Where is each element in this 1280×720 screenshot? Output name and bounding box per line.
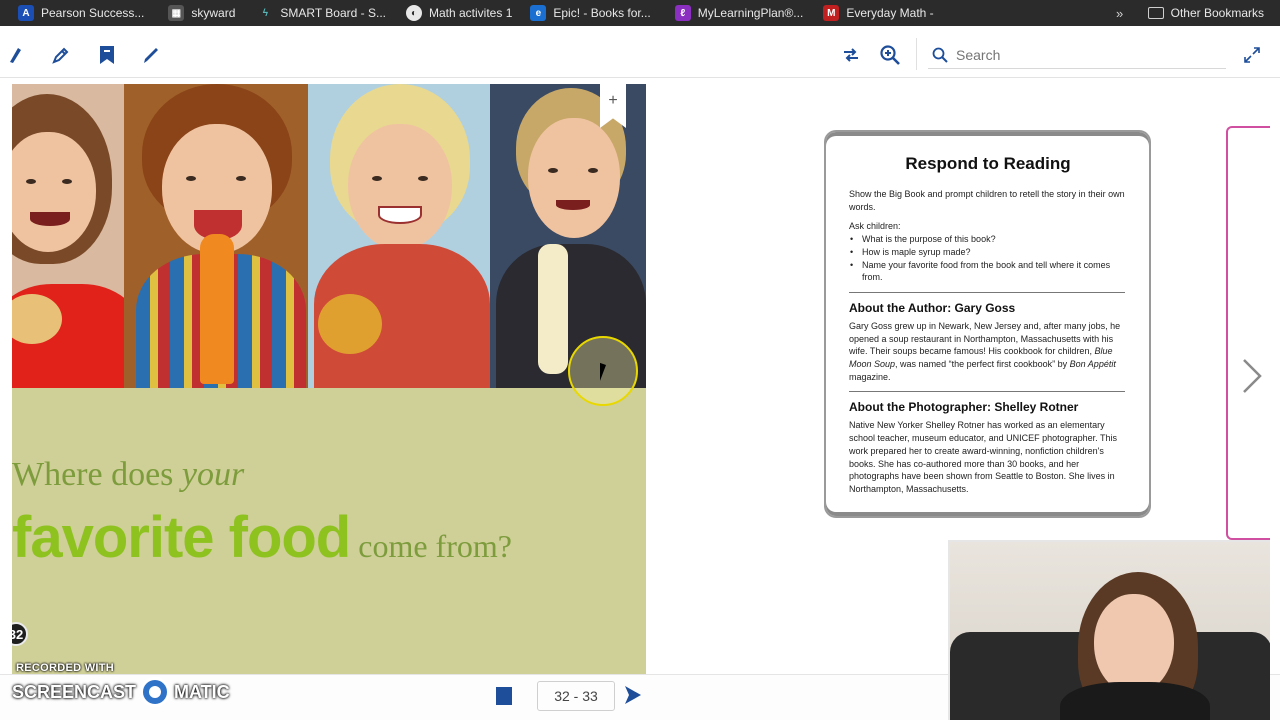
note-icon[interactable]: [96, 44, 118, 66]
watermark-brand-left: SCREENCAST: [12, 681, 137, 702]
recorded-with-label: RECORDED WITH: [16, 662, 115, 674]
bookmark-label: MyLearningPlan®...: [697, 6, 804, 20]
author-bio: Gary Goss grew up in Newark, New Jersey …: [849, 320, 1127, 384]
magazine-title: Bon Appétit: [1069, 359, 1116, 370]
headline-emphasis: your: [181, 456, 245, 493]
screencast-o-matic-logo: SCREENCAST MATIC: [12, 676, 230, 708]
page-range-input[interactable]: 32 - 33: [537, 681, 615, 711]
list-item: How is maple syrup made?: [850, 246, 1127, 259]
bookmark-label: Everyday Math -: [846, 6, 934, 20]
fullscreen-icon[interactable]: [1241, 44, 1263, 66]
bookmarks-more-button[interactable]: »: [1100, 0, 1140, 26]
pencil-partial-icon[interactable]: [4, 44, 26, 66]
question-list: What is the purpose of this book? How is…: [850, 233, 1127, 284]
children-photo: [12, 84, 646, 388]
fit-width-icon[interactable]: [840, 44, 862, 66]
bookmark-everyday-math[interactable]: M Everyday Math -: [815, 0, 941, 26]
headline-big-text: favorite food: [12, 505, 351, 570]
ask-children-label: Ask children:: [849, 221, 901, 232]
other-bookmarks[interactable]: Other Bookmarks: [1140, 0, 1272, 26]
bookmark-square-icon[interactable]: [496, 687, 512, 705]
mcgraw-icon: M: [823, 5, 840, 21]
webcam-overlay: [948, 540, 1270, 720]
list-item: Name your favorite food from the book an…: [850, 259, 1127, 284]
pearson-icon: A: [18, 5, 34, 21]
author-heading: About the Author: Gary Goss: [849, 300, 1016, 315]
bookmarks-bar: A Pearson Success... ▦ skyward ϟ SMART B…: [0, 0, 1280, 26]
smart-icon: ϟ: [262, 7, 269, 19]
next-page-chevron-icon[interactable]: [1240, 358, 1264, 394]
epic-icon: e: [530, 5, 547, 21]
pen-icon[interactable]: [140, 44, 162, 66]
respond-to-reading-card: Respond to Reading Show the Big Book and…: [824, 130, 1151, 518]
photographer-heading: About the Photographer: Shelley Rotner: [849, 400, 1079, 415]
child-photo-2: [124, 84, 308, 388]
headline-line-2: favorite food come from?: [12, 504, 512, 571]
bookmark-smart[interactable]: ϟ SMART Board - S...: [249, 0, 394, 26]
record-circle-icon: [140, 677, 171, 707]
bookmark-mylearningplan[interactable]: ℓ MyLearningPlan®...: [667, 0, 812, 26]
card-title: Respond to Reading: [905, 154, 1071, 173]
headline-prefix: Where does: [12, 456, 182, 493]
other-bookmarks-label: Other Bookmarks: [1170, 6, 1264, 20]
zoom-in-icon[interactable]: [879, 44, 901, 66]
section-divider: [849, 291, 1125, 293]
bookmark-label: Pearson Success...: [41, 6, 145, 20]
toolbar-divider: [916, 38, 917, 70]
card-intro: Show the Big Book and prompt children to…: [849, 189, 1125, 212]
search-icon: [932, 47, 948, 63]
child-photo-1: [12, 84, 124, 388]
author-bio-text: Gary Goss grew up in Newark, New Jersey …: [849, 320, 1121, 357]
bookmark-label: Math activites 1: [429, 6, 513, 20]
skyward-icon: ▦: [168, 5, 185, 21]
headline-small-text: come from?: [358, 528, 512, 564]
section-divider: [849, 391, 1125, 393]
watermark-brand-right: MATIC: [174, 681, 230, 702]
chevron-double-right-icon: »: [1116, 5, 1124, 21]
bookmark-epic[interactable]: e Epic! - Books for...: [522, 0, 658, 26]
highlighter-icon[interactable]: [50, 44, 72, 66]
cursor-arrow-icon: [600, 362, 612, 386]
search-input[interactable]: [956, 46, 1216, 63]
photographer-bio: Native New Yorker Shelley Rotner has wor…: [849, 420, 1117, 494]
left-page: + Where does your favorite food come from…: [12, 84, 646, 674]
next-page-preview: [1226, 126, 1270, 540]
author-bio-text: , was named “the perfect first cookbook”…: [895, 359, 1070, 370]
mlp-icon: ℓ: [674, 5, 691, 21]
bookmark-label: SMART Board - S...: [280, 6, 386, 20]
globe-icon: ◐: [406, 5, 422, 21]
bookmark-label: Epic! - Books for...: [553, 6, 651, 20]
author-bio-text: magazine.: [849, 371, 891, 382]
folder-icon: [1147, 7, 1164, 19]
list-item: What is the purpose of this book?: [850, 233, 1127, 246]
webcam-person-face: [1094, 594, 1174, 694]
webcam-person-body: [1060, 682, 1210, 720]
bookmark-pearson[interactable]: A Pearson Success...: [10, 0, 152, 26]
headline-line-1: Where does your: [12, 456, 244, 494]
child-photo-3: [308, 84, 490, 388]
page-number-badge: 32: [12, 622, 28, 646]
next-page-arrow-icon[interactable]: [624, 684, 642, 706]
bookmark-math[interactable]: ◐ Math activites 1: [398, 0, 520, 26]
bookmark-label: skyward: [191, 6, 236, 20]
bookmark-skyward[interactable]: ▦ skyward: [160, 0, 243, 26]
search-field[interactable]: [928, 41, 1226, 69]
